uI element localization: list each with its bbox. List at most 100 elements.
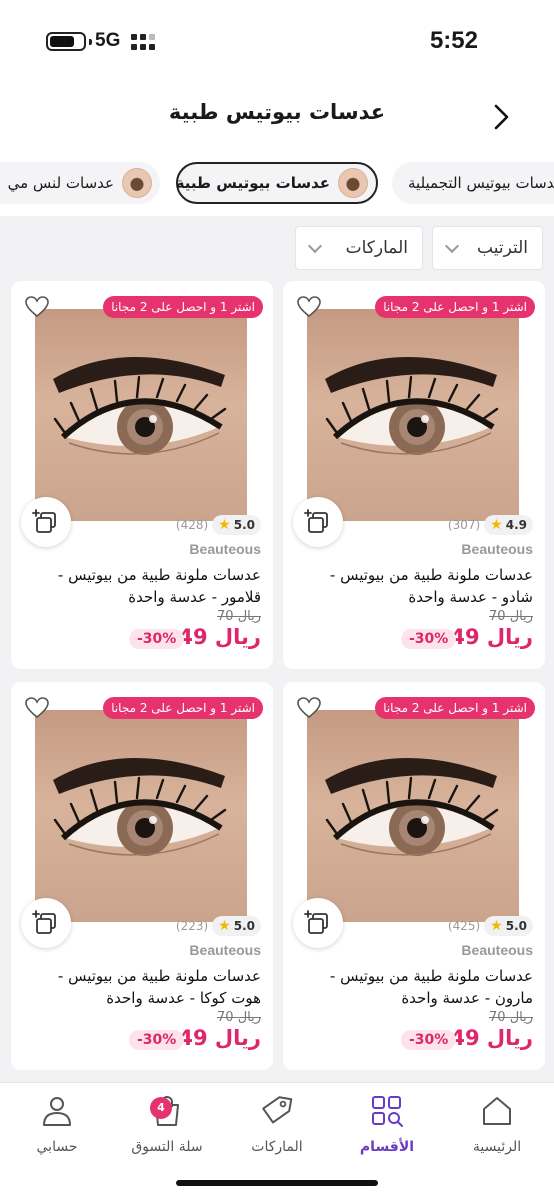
sort-label: الترتيب [477, 238, 528, 258]
rating: (428) ★ 5.0 [176, 515, 261, 535]
wishlist-heart-icon[interactable] [24, 294, 50, 320]
rating-value: 4.9 [505, 518, 527, 532]
product-card[interactable]: اشتر 1 و احصل على 2 مجانا (428) ★ 5.0 Be… [11, 281, 273, 669]
rating-pill: ★ 5.0 [212, 515, 261, 535]
nav-home-label: الرئيسية [472, 1139, 522, 1155]
old-price: 70 ريال [217, 1010, 261, 1025]
add-to-cart-button[interactable] [21, 898, 71, 948]
product-name[interactable]: عدسات ملونة طبية من بيوتيس - شادو - عدسة… [301, 564, 533, 608]
product-card[interactable]: اشتر 1 و احصل على 2 مجانا (425) ★ 5.0 Be… [283, 682, 545, 1070]
review-count: (428) [175, 518, 209, 532]
home-icon [483, 1097, 511, 1125]
discount-badge: -30% [401, 1030, 457, 1050]
add-to-cart-button[interactable] [293, 898, 343, 948]
page-header: عدسات بيوتيس طبية [0, 82, 554, 152]
add-to-cart-icon [304, 509, 328, 533]
price: 49 ريال [450, 625, 533, 649]
promo-badge: اشتر 1 و احصل على 2 مجانا [375, 296, 535, 318]
sort-dropdown[interactable]: الترتيب [432, 226, 543, 270]
price: 49 ريال [178, 1026, 261, 1050]
promo-badge: اشتر 1 و احصل على 2 مجانا [375, 697, 535, 719]
rating-value: 5.0 [505, 919, 527, 933]
discount-badge: -30% [129, 629, 185, 649]
back-chevron-icon[interactable] [486, 102, 516, 132]
chevron-down-icon [444, 238, 460, 253]
add-to-cart-icon [32, 910, 56, 934]
eye-photo-icon [53, 356, 227, 455]
chip-beauteous-cosmetic[interactable]: ـدسات بيوتيس التجميلية [392, 162, 554, 204]
nav-cart[interactable]: 4 سلة التسوق [112, 1093, 222, 1155]
old-price: 70 ريال [217, 609, 261, 624]
product-brand: Beauteous [189, 541, 261, 557]
page-title: عدسات بيوتيس طبية [168, 100, 386, 124]
chip-lensme[interactable]: عدسات لنس مي [0, 162, 160, 204]
rating-value: 5.0 [233, 919, 255, 933]
promo-badge: اشتر 1 و احصل على 2 مجانا [103, 697, 263, 719]
battery-icon [46, 32, 92, 51]
product-card[interactable]: اشتر 1 و احصل على 2 مجانا (307) ★ 4.9 Be… [283, 281, 545, 669]
rating: (425) ★ 5.0 [448, 916, 533, 936]
chevron-down-icon [307, 238, 323, 253]
nav-cart-label: سلة التسوق [131, 1139, 203, 1155]
nav-account[interactable]: حسابي [2, 1093, 112, 1155]
price: 49 ريال [450, 1026, 533, 1050]
chip-label: عدسات بيوتيس طبية [175, 174, 330, 192]
nav-account-label: حسابي [36, 1139, 78, 1155]
rating-pill: ★ 4.9 [484, 515, 533, 535]
nav-brands[interactable]: الماركات [222, 1093, 332, 1155]
category-chips: ـدسات بيوتيس التجميلية عدسات بيوتيس طبية… [0, 152, 554, 216]
wishlist-heart-icon[interactable] [24, 695, 50, 721]
chip-label: عدسات لنس مي [7, 174, 114, 192]
eye-photo-icon [325, 356, 499, 455]
product-card[interactable]: اشتر 1 و احصل على 2 مجانا (223) ★ 5.0 Be… [11, 682, 273, 1070]
rating-pill: ★ 5.0 [212, 916, 261, 936]
add-to-cart-button[interactable] [21, 497, 71, 547]
add-to-cart-button[interactable] [293, 497, 343, 547]
review-count: (425) [447, 919, 481, 933]
network-label: 5G [95, 30, 121, 51]
nav-brands-label: الماركات [251, 1139, 303, 1155]
brands-label: الماركات [345, 238, 408, 258]
product-image [35, 710, 247, 922]
product-brand: Beauteous [461, 541, 533, 557]
chip-label: ـدسات بيوتيس التجميلية [408, 174, 554, 192]
cart-count-badge: 4 [150, 1097, 172, 1119]
rating-value: 5.0 [233, 518, 255, 532]
product-brand: Beauteous [461, 942, 533, 958]
star-icon: ★ [490, 517, 503, 533]
eye-thumbnail-icon [338, 168, 368, 198]
product-name[interactable]: عدسات ملونة طبية من بيوتيس - مارون - عدس… [301, 965, 533, 1009]
review-count: (307) [447, 518, 481, 532]
signal-icon [131, 34, 159, 50]
old-price: 70 ريال [489, 1010, 533, 1025]
discount-badge: -30% [129, 1030, 185, 1050]
clock: 5:52 [429, 27, 478, 54]
rating: (307) ★ 4.9 [448, 515, 533, 535]
nav-home[interactable]: الرئيسية [442, 1093, 552, 1155]
eye-photo-icon [53, 757, 227, 856]
product-name[interactable]: عدسات ملونة طبية من بيوتيس - هوت كوكا - … [29, 965, 261, 1009]
nav-categories[interactable]: الأقسام [332, 1093, 442, 1155]
product-image [307, 710, 519, 922]
product-image [35, 309, 247, 521]
eye-photo-icon [325, 757, 499, 856]
nav-categories-label: الأقسام [359, 1139, 415, 1155]
brands-dropdown[interactable]: الماركات [295, 226, 423, 270]
chip-beauteous-medical[interactable]: عدسات بيوتيس طبية [176, 162, 378, 204]
old-price: 70 ريال [489, 609, 533, 624]
product-brand: Beauteous [189, 942, 261, 958]
home-indicator [176, 1180, 378, 1186]
product-name[interactable]: عدسات ملونة طبية من بيوتيس - قلامور - عد… [29, 564, 261, 608]
price: 49 ريال [178, 625, 261, 649]
add-to-cart-icon [304, 910, 328, 934]
star-icon: ★ [490, 918, 503, 934]
tag-icon [262, 1096, 293, 1124]
filter-bar: الترتيب الماركات [0, 216, 554, 280]
promo-badge: اشتر 1 و احصل على 2 مجانا [103, 296, 263, 318]
review-count: (223) [175, 919, 209, 933]
wishlist-heart-icon[interactable] [296, 695, 322, 721]
rating: (223) ★ 5.0 [176, 916, 261, 936]
discount-badge: -30% [401, 629, 457, 649]
categories-icon [372, 1096, 403, 1127]
wishlist-heart-icon[interactable] [296, 294, 322, 320]
